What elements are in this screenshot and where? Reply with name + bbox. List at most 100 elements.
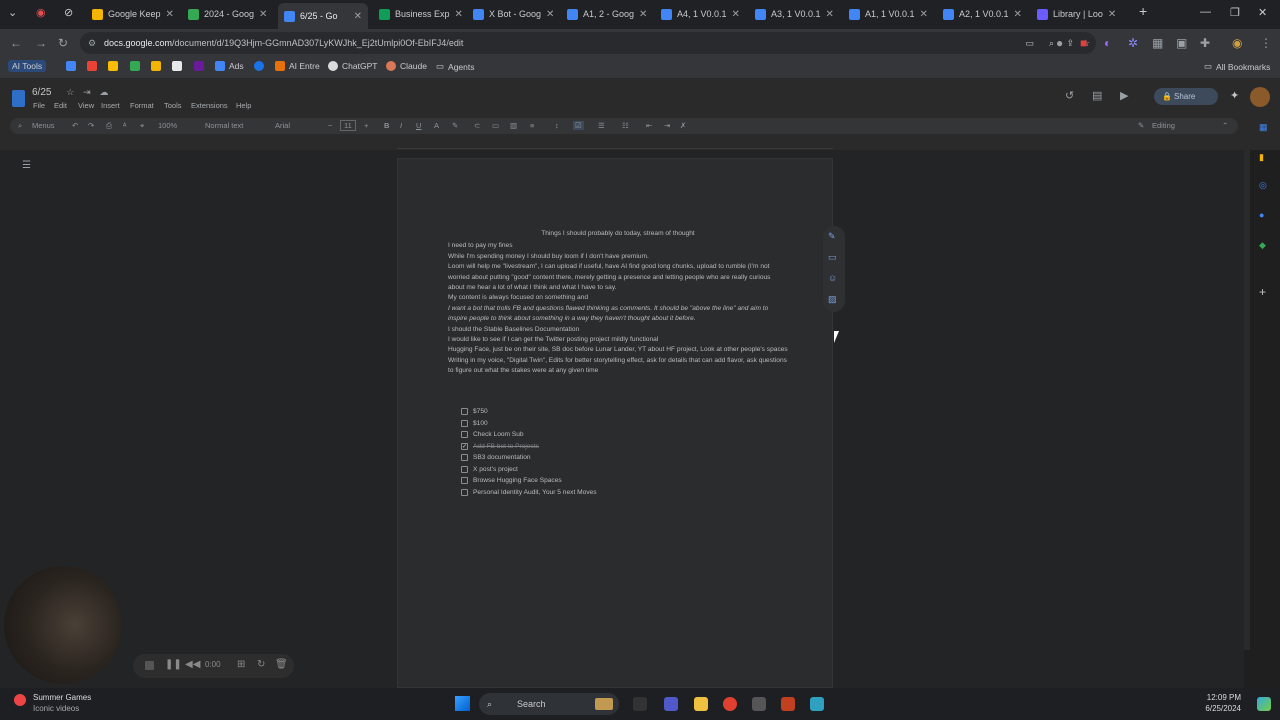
menu-edit[interactable]: Edit: [54, 101, 67, 110]
teams-icon[interactable]: [664, 697, 678, 711]
minimize-button[interactable]: —: [1200, 6, 1211, 18]
share-page-icon[interactable]: ⇪: [1066, 32, 1074, 54]
bold-icon[interactable]: B: [384, 121, 389, 130]
increase-size-icon[interactable]: +: [364, 121, 368, 130]
checkbox[interactable]: [461, 488, 468, 496]
file-explorer-icon[interactable]: [694, 697, 708, 711]
tasks-icon[interactable]: ◎: [1259, 180, 1267, 191]
pause-icon[interactable]: ❚❚: [165, 659, 182, 670]
bookmark-ai-tools[interactable]: AI Tools: [8, 60, 47, 72]
app-window-icon[interactable]: [752, 697, 766, 711]
extension-grid-icon[interactable]: ▦: [1152, 36, 1163, 50]
document-body[interactable]: Things I should probably do today, strea…: [448, 229, 788, 377]
all-bookmarks-folder[interactable]: ▭ All Bookmarks: [1204, 61, 1270, 72]
collapse-toolbar-icon[interactable]: ⌃: [1222, 121, 1228, 130]
task-view-icon[interactable]: [633, 697, 647, 711]
browser-tab[interactable]: Library | Loo ✕: [1031, 3, 1121, 25]
mic-icon[interactable]: ●: [1056, 36, 1063, 50]
tab-search-icon[interactable]: ⌄: [8, 6, 17, 19]
docs-logo-icon[interactable]: [12, 90, 25, 107]
spellcheck-icon[interactable]: ᴬ: [123, 121, 126, 130]
document-title[interactable]: 6/25 ☆ ⇥ ☁: [32, 87, 108, 98]
menu-insert[interactable]: Insert: [101, 101, 120, 110]
ruler[interactable]: [397, 141, 833, 149]
tab-close-icon[interactable]: ✕: [732, 9, 740, 20]
menu-tools[interactable]: Tools: [164, 101, 182, 110]
browser-tab[interactable]: A3, 1 V0.0.1 ✕: [749, 3, 839, 25]
image-icon[interactable]: ▧: [510, 121, 517, 130]
bulleted-list-icon[interactable]: ☰: [598, 121, 605, 130]
link-icon[interactable]: ⊂: [474, 121, 480, 130]
checkbox[interactable]: [461, 408, 468, 416]
zoom-icon[interactable]: ⌕: [1049, 32, 1054, 54]
site-info-icon[interactable]: ⚙: [88, 32, 96, 54]
browser-tab[interactable]: 6/25 - Go ✕: [278, 3, 368, 29]
tab-close-icon[interactable]: ✕: [354, 11, 362, 22]
forward-icon[interactable]: →: [35, 36, 47, 50]
add-emoji-icon[interactable]: ☺: [828, 273, 837, 283]
browser-tab[interactable]: 2024 - Goog ✕: [182, 3, 272, 25]
bookmark-gmail-icon[interactable]: [87, 61, 97, 71]
back-icon[interactable]: ←: [10, 36, 22, 50]
weather-widget-icon[interactable]: [14, 694, 26, 706]
move-icon[interactable]: ⇥: [83, 87, 91, 97]
checkbox[interactable]: [461, 465, 468, 473]
new-tab-button[interactable]: +: [1139, 3, 1147, 19]
undo-icon[interactable]: ↶: [72, 121, 78, 130]
contacts-icon[interactable]: ●: [1259, 210, 1264, 220]
checkbox[interactable]: [461, 477, 468, 485]
restart-icon[interactable]: ↻: [257, 659, 265, 670]
tab-close-icon[interactable]: ✕: [166, 9, 174, 20]
paint-format-icon[interactable]: ⌖: [140, 121, 144, 131]
help-me-write-icon[interactable]: ✎: [828, 231, 836, 242]
gemini-icon[interactable]: ✦: [1230, 89, 1239, 102]
browser-tab[interactable]: A1, 1 V0.0.1 ✕: [843, 3, 933, 25]
bookmark-ai-entre[interactable]: AI Entre: [275, 61, 320, 71]
menu-format[interactable]: Format: [130, 101, 154, 110]
line-spacing-icon[interactable]: ↕: [555, 121, 559, 130]
bookmark-chatgpt[interactable]: ChatGPT: [328, 61, 377, 71]
checkbox[interactable]: [461, 431, 468, 439]
tab-close-icon[interactable]: ✕: [455, 9, 463, 20]
calendar-icon[interactable]: ▦: [1259, 122, 1268, 133]
menu-help[interactable]: Help: [236, 101, 251, 110]
maps-icon[interactable]: ◆: [1259, 240, 1266, 251]
search-menus[interactable]: Menus: [32, 121, 55, 130]
profile-avatar[interactable]: ◉: [1232, 36, 1242, 50]
tab-close-icon[interactable]: ✕: [1014, 9, 1022, 20]
zoom-select[interactable]: 100%: [158, 121, 177, 130]
keep-icon[interactable]: ▮: [1259, 152, 1264, 163]
bookmark-claude[interactable]: Claude: [386, 61, 427, 71]
decrease-size-icon[interactable]: −: [328, 121, 332, 130]
delete-icon[interactable]: 🗑: [275, 659, 288, 670]
tab-close-icon[interactable]: ✕: [826, 9, 834, 20]
system-clock[interactable]: 12:09 PM 6/25/2024: [1193, 692, 1241, 714]
tab-close-icon[interactable]: ✕: [920, 9, 928, 20]
browser-tab[interactable]: Google Keep ✕: [86, 3, 176, 25]
font-select[interactable]: Arial: [275, 121, 290, 130]
editing-mode-select[interactable]: Editing: [1152, 121, 1175, 130]
extension-red-icon[interactable]: ■: [1080, 36, 1087, 50]
italic-icon[interactable]: I: [400, 121, 402, 130]
menu-extensions[interactable]: Extensions: [191, 101, 228, 110]
outline-icon[interactable]: ☰: [22, 160, 31, 171]
menu-file[interactable]: File: [33, 101, 45, 110]
suggest-edits-icon[interactable]: ▨: [828, 294, 837, 305]
text-color-icon[interactable]: A: [434, 121, 439, 130]
font-size-field[interactable]: 11: [340, 120, 356, 131]
bookmark-maps-icon[interactable]: [130, 61, 140, 71]
weather-widget[interactable]: Summer Games Iconic videos: [33, 692, 91, 714]
url-field[interactable]: ⚙ docs.google.com/document/d/19Q3Hjm-GGm…: [80, 32, 1096, 54]
browser-tab[interactable]: A2, 1 V0.0.1 ✕: [937, 3, 1027, 25]
game-app-icon[interactable]: [781, 697, 795, 711]
search-menus-icon[interactable]: ⌕: [18, 121, 22, 131]
align-icon[interactable]: ≡: [530, 121, 534, 130]
extension-purple-icon[interactable]: ◐: [1104, 36, 1111, 50]
stop-button[interactable]: [145, 661, 154, 670]
increase-indent-icon[interactable]: ⇥: [664, 121, 670, 130]
get-addons-icon[interactable]: +: [1259, 285, 1266, 299]
comments-icon[interactable]: ▤: [1092, 89, 1102, 102]
account-avatar[interactable]: [1250, 87, 1270, 107]
reload-icon[interactable]: ↻: [58, 36, 68, 50]
tab-close-icon[interactable]: ✕: [1108, 9, 1116, 20]
